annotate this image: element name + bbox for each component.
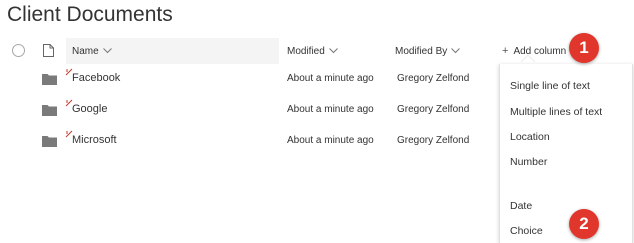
callout-badge-1: 1 xyxy=(569,33,599,63)
chevron-down-icon xyxy=(102,48,112,54)
item-modified-by[interactable]: Gregory Zelfond xyxy=(397,73,469,84)
menu-item-date[interactable]: Date xyxy=(510,200,532,212)
column-header-modified-by[interactable]: Modified By xyxy=(395,38,461,64)
item-modified-by[interactable]: Gregory Zelfond xyxy=(397,104,469,115)
menu-item-choice[interactable]: Choice xyxy=(510,225,543,237)
callout-badge-2: 2 xyxy=(569,209,599,239)
item-modified: About a minute ago xyxy=(287,104,374,115)
column-header-modified-label: Modified xyxy=(287,45,325,57)
folder-icon xyxy=(42,74,57,85)
column-header-name-label: Name xyxy=(72,45,99,57)
document-icon xyxy=(43,44,54,57)
select-all-checkbox-icon[interactable] xyxy=(12,44,25,57)
add-column-label: Add column xyxy=(513,45,567,57)
column-header-row: Name Modified Modified By + Add column xyxy=(0,38,634,64)
page-title: Client Documents xyxy=(7,3,173,26)
column-header-modified-by-label: Modified By xyxy=(395,45,448,57)
folder-icon xyxy=(42,136,57,147)
item-name-link[interactable]: Facebook xyxy=(72,72,120,84)
menu-item-single-line-of-text[interactable]: Single line of text xyxy=(510,80,590,92)
plus-icon: + xyxy=(502,45,509,57)
column-header-name[interactable]: Name xyxy=(72,38,112,64)
item-name-link[interactable]: Microsoft xyxy=(72,134,117,146)
add-column-button[interactable]: + Add column xyxy=(502,38,566,64)
menu-item-multiple-lines-of-text[interactable]: Multiple lines of text xyxy=(510,106,602,118)
item-modified-by[interactable]: Gregory Zelfond xyxy=(397,135,469,146)
item-modified: About a minute ago xyxy=(287,73,374,84)
menu-item-location[interactable]: Location xyxy=(510,131,550,143)
item-name-link[interactable]: Google xyxy=(72,103,107,115)
menu-item-number[interactable]: Number xyxy=(510,156,547,168)
item-modified: About a minute ago xyxy=(287,135,374,146)
add-column-menu: Single line of text Multiple lines of te… xyxy=(499,64,633,243)
column-header-modified[interactable]: Modified xyxy=(287,38,338,64)
chevron-down-icon xyxy=(451,48,461,54)
chevron-down-icon xyxy=(328,48,338,54)
folder-icon xyxy=(42,105,57,116)
